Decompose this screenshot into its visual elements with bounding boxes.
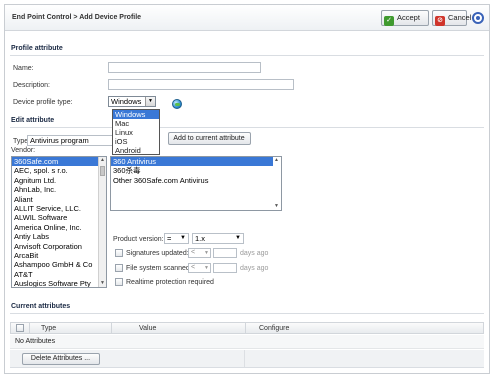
help-icon[interactable] <box>472 12 484 24</box>
option-windows[interactable]: Windows <box>113 110 159 119</box>
vendor-list-item[interactable]: AT&T <box>12 270 106 279</box>
globe-icon <box>172 99 182 109</box>
divider <box>10 313 484 314</box>
column-value: Value <box>139 325 157 332</box>
signatures-updated-label: Signatures updated: <box>126 250 189 257</box>
column-type: Type <box>41 325 57 332</box>
file-scan-days-input[interactable] <box>213 263 237 273</box>
days-ago-label: days ago <box>240 265 269 272</box>
vendor-list-item[interactable]: Auslogics Software Pty <box>12 279 106 287</box>
scroll-down-icon[interactable]: ▼ <box>273 203 280 210</box>
name-input[interactable] <box>108 62 261 73</box>
vendor-list-item[interactable]: Aliant <box>12 195 106 204</box>
product-listbox[interactable]: 360 Antivirus 360杀毒 Other 360Safe.com Anti… <box>110 156 282 211</box>
scroll-up-icon[interactable]: ▲ <box>273 157 280 164</box>
product-list-item[interactable]: Other 360Safe.com Antivirus <box>111 176 281 185</box>
signatures-updated-checkbox[interactable] <box>115 249 123 257</box>
product-version-select[interactable]: 1.x ▼ <box>192 233 244 244</box>
product-list-item[interactable]: 360 Antivirus <box>111 157 281 167</box>
add-to-current-attribute-button[interactable]: Add to current attribute <box>168 132 251 145</box>
type-select[interactable]: Antivirus program <box>27 135 117 146</box>
product-version-operator[interactable]: = ▼ <box>164 233 189 244</box>
accept-button[interactable]: ✓ Accept <box>381 10 429 26</box>
vendor-scrollbar[interactable]: ▲ ▼ <box>98 157 106 287</box>
section-current-attributes: Current attributes <box>11 303 71 310</box>
description-input[interactable] <box>108 79 294 90</box>
vendor-list-item[interactable]: America Online, Inc. <box>12 223 106 232</box>
description-label: Description: <box>13 82 50 89</box>
cancel-button[interactable]: ⊘ Cancel <box>432 10 471 26</box>
vendor-list-item[interactable]: Anvisoft Corporation <box>12 242 106 251</box>
scroll-down-icon[interactable]: ▼ <box>99 280 106 287</box>
option-ios[interactable]: iOS <box>113 137 159 146</box>
vendor-list-item[interactable]: ALLIT Service, LLC. <box>12 204 106 213</box>
device-type-label: Device profile type: <box>13 99 73 106</box>
delete-attributes-button[interactable]: Delete Attributes ... <box>22 353 100 365</box>
signatures-operator[interactable]: < ▼ <box>188 248 211 258</box>
section-edit-attribute: Edit attribute <box>11 117 55 124</box>
table-footer: Delete Attributes ... <box>10 350 484 368</box>
chevron-down-icon: ▼ <box>180 235 186 241</box>
vendor-list-item[interactable]: AEC, spol. s r.o. <box>12 166 106 175</box>
scroll-thumb[interactable] <box>100 166 105 176</box>
chevron-down-icon: ▼ <box>204 250 209 256</box>
option-mac[interactable]: Mac <box>113 119 159 128</box>
option-linux[interactable]: Linux <box>113 128 159 137</box>
vendor-list-item[interactable]: Ashampoo GmbH & Co <box>12 260 106 269</box>
chevron-down-icon: ▼ <box>235 235 241 241</box>
file-system-scanned-label: File system scanned: <box>126 265 192 272</box>
product-version-label: Product version: <box>113 236 164 243</box>
signatures-days-input[interactable] <box>213 248 237 258</box>
divider <box>10 55 484 56</box>
product-scrollbar[interactable]: ▲ ▼ <box>273 157 281 210</box>
realtime-protection-label: Realtime protection required <box>126 279 214 286</box>
file-scan-operator[interactable]: < ▼ <box>188 263 211 273</box>
header-bar: End Point Control > Add Device Profile ✓… <box>5 5 489 31</box>
name-label: Name: <box>13 65 34 72</box>
empty-row: No Attributes <box>10 335 484 349</box>
product-list-item[interactable]: 360杀毒 <box>111 166 281 175</box>
column-configure: Configure <box>259 325 290 332</box>
scroll-up-icon[interactable]: ▲ <box>99 157 106 164</box>
option-android[interactable]: Android <box>113 146 159 155</box>
device-type-dropdown[interactable]: Windows Mac Linux iOS Android <box>112 109 160 155</box>
file-system-scanned-checkbox[interactable] <box>115 264 123 272</box>
attributes-table-header: Type Value Configure <box>10 322 484 334</box>
select-all-checkbox[interactable] <box>16 324 24 332</box>
divider <box>10 127 484 128</box>
vendor-list-item[interactable]: ALWIL Software <box>12 213 106 222</box>
vendor-list-item[interactable]: Antiy Labs <box>12 232 106 241</box>
realtime-protection-checkbox[interactable] <box>115 278 123 286</box>
vendor-list-item[interactable]: AhnLab, Inc. <box>12 185 106 194</box>
chevron-down-icon: ▼ <box>145 97 155 106</box>
vendor-list-item[interactable]: Agnitum Ltd. <box>12 176 106 185</box>
vendor-listbox[interactable]: 360Safe.com AEC, spol. s r.o. Agnitum Ltd.… <box>11 156 107 288</box>
vendor-list-item[interactable]: 360Safe.com <box>12 157 106 167</box>
days-ago-label: days ago <box>240 250 269 257</box>
device-type-select[interactable]: Windows ▼ <box>108 96 156 107</box>
checkmark-icon: ✓ <box>384 16 394 26</box>
vendor-label: Vendor: <box>11 147 36 154</box>
section-profile-attribute: Profile attribute <box>11 45 63 52</box>
chevron-down-icon: ▼ <box>204 265 209 271</box>
dialog-frame: End Point Control > Add Device Profile ✓… <box>4 4 490 374</box>
vendor-list-item[interactable]: ArcaBit <box>12 251 106 260</box>
cancel-icon: ⊘ <box>435 16 445 26</box>
breadcrumb: End Point Control > Add Device Profile <box>12 14 142 21</box>
